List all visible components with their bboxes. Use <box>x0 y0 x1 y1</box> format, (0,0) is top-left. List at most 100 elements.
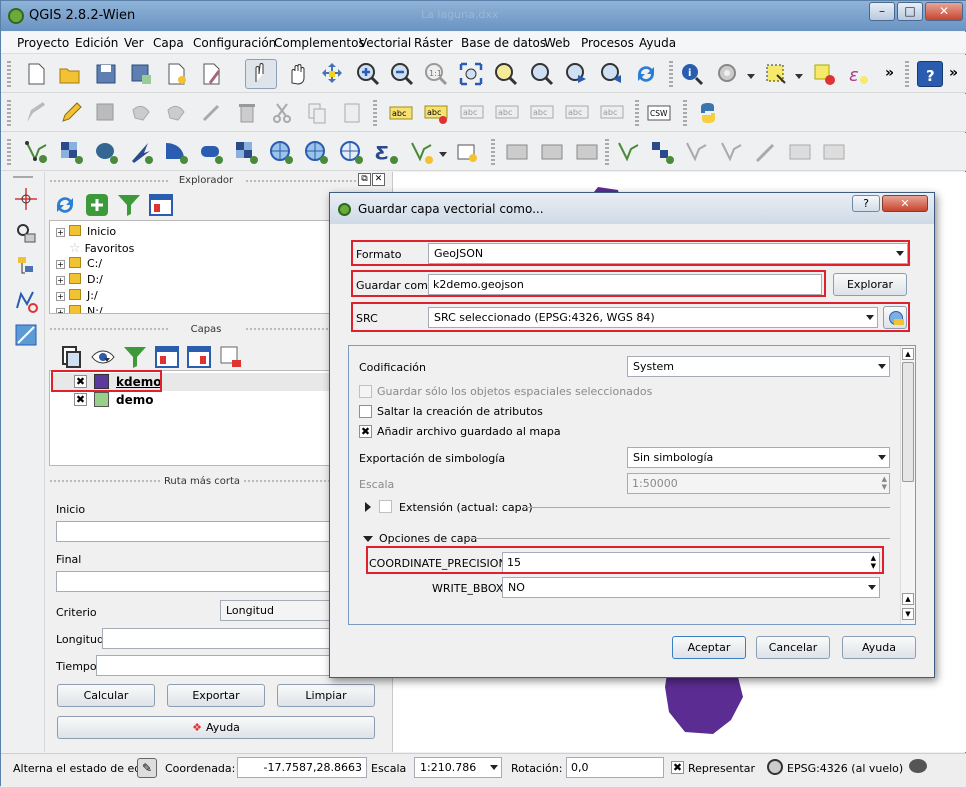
tree-item-inicio[interactable]: + Inicio <box>56 225 116 238</box>
toolbar-overflow[interactable]: » <box>885 65 894 81</box>
label-tool-icon[interactable]: abc <box>388 100 414 126</box>
extent-checkbox[interactable] <box>379 500 392 513</box>
toolbar-grip[interactable] <box>635 100 639 126</box>
layer-style-icon[interactable] <box>58 344 81 368</box>
menu-web[interactable]: Web <box>544 36 570 50</box>
add-mssql-layer-icon[interactable] <box>163 139 189 165</box>
change-label-icon[interactable]: abc <box>564 100 590 126</box>
add-layer-icon[interactable] <box>84 192 108 216</box>
edit-state-toggle-icon[interactable]: ✎ <box>137 758 157 778</box>
menu-base-de-datos[interactable]: Base de datos <box>461 36 546 50</box>
remove-layer-icon[interactable] <box>218 344 241 367</box>
route-start-input[interactable] <box>56 521 376 542</box>
toolbar-grip[interactable] <box>491 139 495 165</box>
add-postgis-layer-icon[interactable] <box>93 139 119 165</box>
scale-spinbox[interactable]: 1:50000 ▲ ▼ <box>627 473 890 494</box>
dialog-help-action-button[interactable]: Ayuda <box>842 636 916 659</box>
panel-grip[interactable] <box>50 328 170 330</box>
menu-proyecto[interactable]: Proyecto <box>17 36 69 50</box>
chevron-down-icon[interactable] <box>104 358 110 362</box>
tree-item-d-drive[interactable]: + D:/ <box>56 273 103 286</box>
rotate-label-icon[interactable]: abc <box>529 100 555 126</box>
close-button[interactable]: ✕ <box>925 2 963 21</box>
refresh-icon[interactable] <box>52 192 73 213</box>
toolbar-grip[interactable] <box>669 61 673 87</box>
rotation-input[interactable]: 0,0 <box>566 757 664 778</box>
add-wms-layer-icon[interactable] <box>233 139 259 165</box>
zoom-to-selection-icon[interactable] <box>493 61 519 87</box>
save-project-icon[interactable] <box>93 61 119 87</box>
db-tool-3-icon[interactable] <box>574 139 600 165</box>
export-button[interactable]: Exportar <box>167 684 265 707</box>
chevron-down-icon[interactable] <box>439 152 447 157</box>
pan-to-selection-icon[interactable] <box>319 61 345 87</box>
toolbar-grip[interactable] <box>13 176 33 180</box>
toolbar-grip[interactable] <box>905 61 909 87</box>
menu-ver[interactable]: Ver <box>124 36 144 50</box>
add-wcs-layer-icon[interactable] <box>303 139 329 165</box>
move-feature-icon[interactable] <box>164 100 190 126</box>
zoom-actual-size-icon[interactable]: 1:1 <box>423 61 449 87</box>
symbology-select[interactable]: Sin simbología <box>627 447 890 468</box>
move-label-icon[interactable]: abc <box>494 100 520 126</box>
skip-attributes-checkbox[interactable] <box>359 405 372 418</box>
panel-grip[interactable] <box>50 180 170 182</box>
csw-icon[interactable]: CSW <box>646 100 672 126</box>
pan-hand-icon[interactable] <box>284 61 310 87</box>
zoom-next-icon[interactable] <box>599 61 625 87</box>
expand-extent-arrow-icon[interactable] <box>365 502 371 512</box>
route-help-button[interactable]: ❖ Ayuda <box>57 716 375 739</box>
collapse-all-icon[interactable] <box>186 344 211 368</box>
browse-button[interactable]: Explorar <box>833 273 907 296</box>
toolbar-grip[interactable] <box>7 61 11 87</box>
show-hide-labels-icon[interactable]: abc <box>459 100 485 126</box>
toolbar-grip[interactable] <box>7 100 11 126</box>
save-as-icon[interactable] <box>128 61 154 87</box>
dialog-close-button[interactable]: ✕ <box>882 195 928 212</box>
toolbar-grip[interactable] <box>7 139 11 165</box>
menu-capa[interactable]: Capa <box>153 36 184 50</box>
label-properties-icon[interactable]: abc <box>599 100 625 126</box>
globe-icon[interactable] <box>767 759 783 775</box>
clear-button[interactable]: Limpiar <box>277 684 375 707</box>
add-delimited-text-icon[interactable]: Ƹ <box>373 139 399 165</box>
add-to-map-checkbox[interactable]: ✖ <box>359 425 372 438</box>
cut-features-icon[interactable] <box>269 100 295 126</box>
filter-icon[interactable] <box>116 192 140 216</box>
add-virtual-layer-icon[interactable] <box>454 139 480 165</box>
advanced-edit-7-icon[interactable] <box>821 139 847 165</box>
new-print-composer-icon[interactable] <box>163 61 189 87</box>
write-bbox-select[interactable]: NO <box>502 577 880 598</box>
zoom-last-icon[interactable] <box>564 61 590 87</box>
collapse-all-icon[interactable] <box>148 192 173 216</box>
delete-selected-icon[interactable] <box>234 100 260 126</box>
expand-all-icon[interactable] <box>154 344 179 368</box>
toolbar-overflow[interactable]: » <box>949 65 958 81</box>
close-panel-button[interactable]: ✕ <box>372 173 385 186</box>
scale-select[interactable]: 1:210.786 <box>414 757 502 778</box>
tree-item-n-drive[interactable]: + N:/ <box>56 305 103 313</box>
collapse-options-arrow-icon[interactable] <box>363 536 373 542</box>
run-action-icon[interactable] <box>715 61 741 87</box>
zoom-full-icon[interactable] <box>458 61 484 87</box>
add-raster-layer-icon[interactable] <box>58 139 84 165</box>
accept-button[interactable]: Aceptar <box>672 636 746 659</box>
add-feature-icon[interactable] <box>129 100 155 126</box>
advanced-edit-2-icon[interactable] <box>649 139 675 165</box>
tree-item-c-drive[interactable]: + C:/ <box>56 257 102 270</box>
pin-labels-icon[interactable]: abc <box>423 100 449 126</box>
python-console-icon[interactable] <box>695 100 721 126</box>
identify-features-icon[interactable]: i <box>679 61 705 87</box>
panel-grip[interactable] <box>246 180 356 182</box>
render-checkbox[interactable]: ✖ <box>671 761 684 774</box>
calculate-button[interactable]: Calcular <box>57 684 155 707</box>
advanced-edit-1-icon[interactable] <box>615 139 641 165</box>
tree-item-j-drive[interactable]: + J:/ <box>56 289 98 302</box>
road-graph-icon[interactable] <box>13 322 39 348</box>
toggle-editing-icon[interactable] <box>58 100 84 126</box>
add-oracle-layer-icon[interactable] <box>198 139 224 165</box>
encoding-select[interactable]: System <box>627 356 890 377</box>
filter-icon[interactable] <box>122 344 146 368</box>
digitize-pencil-icon[interactable] <box>23 100 49 126</box>
add-wmts-layer-icon[interactable] <box>268 139 294 165</box>
